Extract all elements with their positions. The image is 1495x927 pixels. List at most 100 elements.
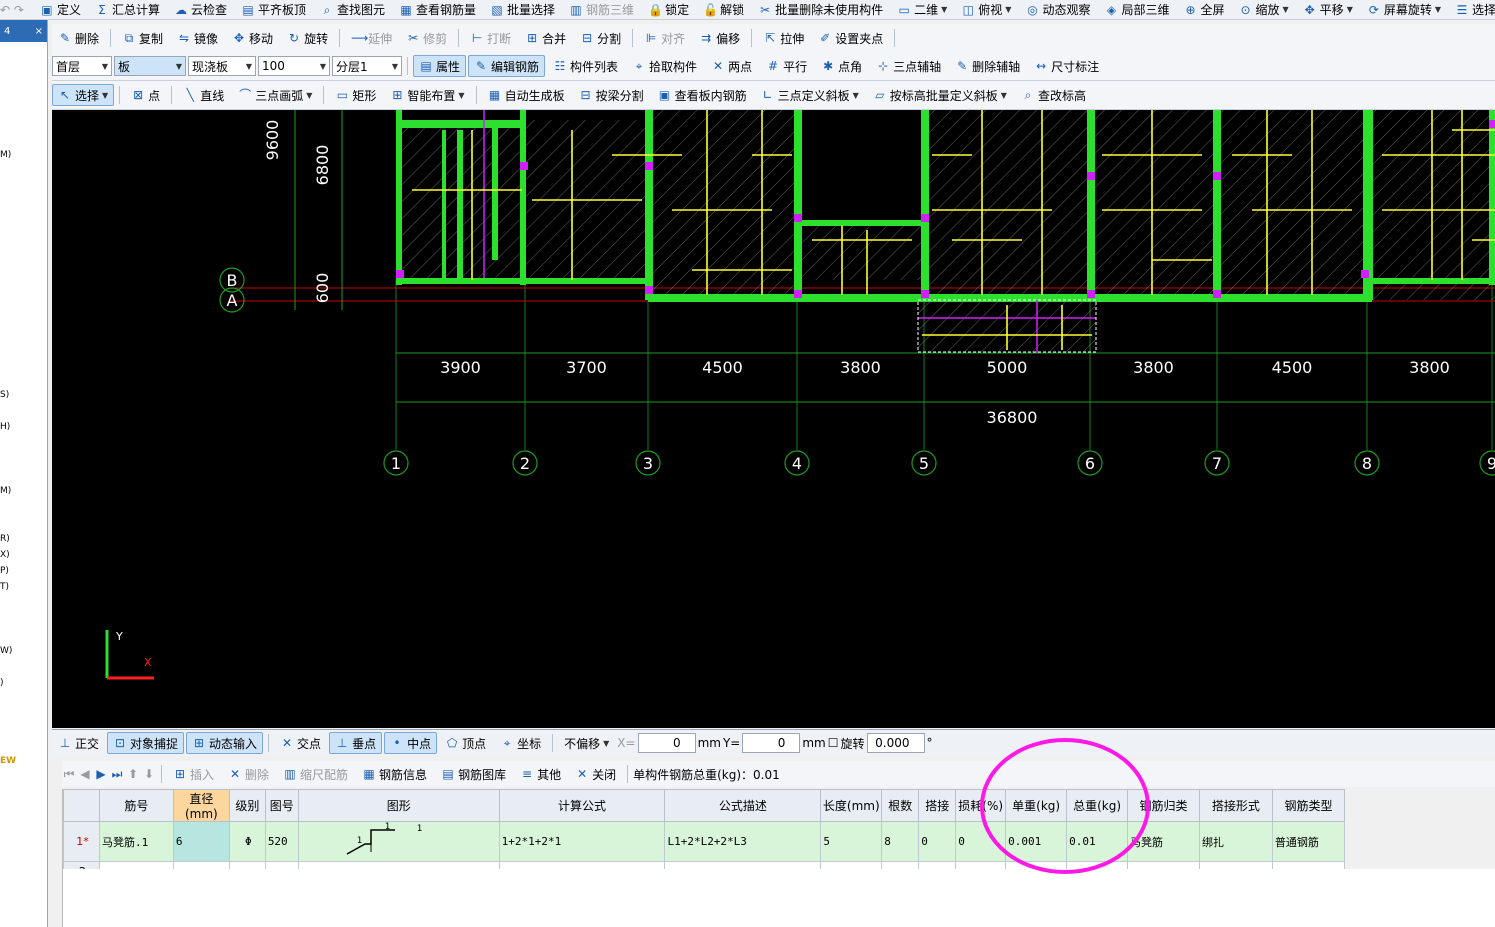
col-header[interactable]: 钢筋归类 <box>1127 789 1200 822</box>
col-header[interactable]: 筋号 <box>98 789 174 822</box>
tb4-10[interactable]: ▱ 按标高批量定义斜板 ▼ <box>867 84 1013 106</box>
col-header[interactable]: 损耗(%) <box>955 789 1007 822</box>
tb2-0[interactable]: ✎ 删除 <box>52 27 105 49</box>
tb3-0[interactable]: ▤ 属性 <box>413 55 467 77</box>
tb4-3[interactable]: ⌒ 三点画弧 ▼ <box>232 84 318 106</box>
col-header[interactable]: 级别 <box>228 789 266 822</box>
tb3-8[interactable]: ✎ 删除辅轴 <box>949 55 1026 77</box>
nav-icon-1[interactable]: ◀ <box>78 767 92 781</box>
cell-lap_type[interactable]: 绑扎 <box>1198 821 1273 862</box>
tb4-11[interactable]: ⌕ 查改标高 <box>1015 84 1092 106</box>
rebar-tb-1[interactable]: ✕ 删除 <box>222 763 275 785</box>
col-header[interactable]: 公式描述 <box>664 789 822 822</box>
cell-unit_w[interactable]: 0.001 <box>1005 821 1068 862</box>
snap-1[interactable]: ⊡ 对象捕捉 <box>107 732 185 754</box>
rebar-tb-6[interactable]: ✕ 关闭 <box>569 763 622 785</box>
tb2-2[interactable]: ⇋ 镜像 <box>171 27 224 49</box>
tb4-2[interactable]: ╲ 直线 <box>177 84 230 106</box>
rebar-tb-5[interactable]: ≡ 其他 <box>514 763 567 785</box>
cell-diameter[interactable]: 6 <box>172 821 230 862</box>
col-header[interactable] <box>63 789 100 822</box>
cell-length[interactable]: 5 <box>820 821 883 862</box>
col-header[interactable]: 总重(kg) <box>1066 789 1129 822</box>
tb1-19[interactable]: ☰ 选择楼层 <box>1449 0 1495 19</box>
cell-formula[interactable]: 1+2*1+2*1 <box>498 821 666 862</box>
tb1-6[interactable]: ▧ 批量选择 <box>484 0 561 19</box>
col-header[interactable]: 根数 <box>881 789 920 822</box>
cell-no[interactable]: 1* <box>63 821 100 862</box>
tb1-10[interactable]: ✂ 批量删除未使用构件 <box>752 0 889 19</box>
snap-7[interactable]: ⌖ 坐标 <box>494 732 547 754</box>
cell-lap[interactable]: 0 <box>918 821 957 862</box>
tb3-1[interactable]: ✎ 编辑钢筋 <box>468 55 546 77</box>
rotate-checkbox[interactable]: ☐ <box>828 736 839 750</box>
cad-drawing-canvas[interactable]: 3900 3700 4500 3800 5000 3800 4500 3800 36800 1 2 3… <box>52 110 1495 728</box>
nav-icon-4[interactable]: ⬆ <box>126 767 140 781</box>
tb1-18[interactable]: ⟳ 屏幕旋转 ▼ <box>1361 0 1447 19</box>
tb2-5[interactable]: ⟶ 延伸 <box>345 27 398 49</box>
tb2-6[interactable]: ✂ 修剪 <box>400 27 453 49</box>
plan-view[interactable]: 3900 3700 4500 3800 5000 3800 4500 3800368001 2 3… <box>52 110 1495 728</box>
tb2-3[interactable]: ✥ 移动 <box>226 27 279 49</box>
cell-desc[interactable]: L1+2*L2+2*L3 <box>664 821 822 862</box>
tb1-16[interactable]: ⊙ 缩放 ▼ <box>1233 0 1295 19</box>
tb4-6[interactable]: ▦ 自动生成板 <box>482 84 571 106</box>
cell-grade[interactable]: Φ <box>228 821 266 862</box>
nav-icon-5[interactable]: ⬇ <box>142 767 156 781</box>
tb4-0[interactable]: ↖ 选择 ▼ <box>52 84 115 106</box>
col-header[interactable]: 图形 <box>297 789 500 822</box>
snap-2[interactable]: ⊞ 动态输入 <box>186 732 264 754</box>
tb1-13[interactable]: ◎ 动态观察 <box>1019 0 1096 19</box>
tb1-2[interactable]: ☁ 云检查 <box>168 0 233 19</box>
tb2-10[interactable]: ⊫ 对齐 <box>638 27 691 49</box>
tb1-3[interactable]: ▤ 平齐板顶 <box>235 0 312 19</box>
rebar-shape-figure[interactable]: 1 1 1 <box>297 821 500 862</box>
col-header[interactable]: 长度(mm) <box>820 789 883 822</box>
pin-icon[interactable]: 4 <box>4 26 10 37</box>
tb1-12[interactable]: ◫ 俯视 ▼ <box>955 0 1017 19</box>
tb1-17[interactable]: ✥ 平移 ▼ <box>1297 0 1359 19</box>
tb4-8[interactable]: ▣ 查看板内钢筋 <box>652 84 753 106</box>
tb3-3[interactable]: ⌖ 拾取构件 <box>626 55 703 77</box>
offset-mode-select[interactable]: 不偏移 ▼ <box>558 732 615 754</box>
cell-total_w[interactable]: 0.01 <box>1066 821 1129 862</box>
col-header[interactable]: 单重(kg) <box>1005 789 1068 822</box>
tb2-9[interactable]: ⊟ 分割 <box>574 27 627 49</box>
rebar-tb-0[interactable]: ⊞ 插入 <box>167 763 220 785</box>
tb4-5[interactable]: ⊞ 智能布置 ▼ <box>384 84 470 106</box>
snap-4[interactable]: ⊥ 垂点 <box>329 732 383 754</box>
x-input[interactable]: 0 <box>637 733 696 753</box>
tb1-15[interactable]: ⊕ 全屏 <box>1177 0 1230 19</box>
tb2-1[interactable]: ⧉ 复制 <box>116 27 169 49</box>
tb2-4[interactable]: ↻ 旋转 <box>281 27 334 49</box>
cell-category[interactable]: 马凳筋 <box>1127 821 1200 862</box>
tb3-9[interactable]: ↔ 尺寸标注 <box>1028 55 1105 77</box>
tb1-14[interactable]: ◈ 局部三维 <box>1098 0 1175 19</box>
tb2-13[interactable]: ✐ 设置夹点 <box>812 27 889 49</box>
element-type-select[interactable]: 板 ▼ <box>114 56 186 76</box>
col-header[interactable]: 搭接形式 <box>1198 789 1273 822</box>
tb4-7[interactable]: ⊟ 按梁分割 <box>573 84 650 106</box>
nav-icon-0[interactable]: ⏮ <box>62 767 76 781</box>
nav-icon-3[interactable]: ⏭ <box>110 767 124 781</box>
tb2-7[interactable]: ⊢ 打断 <box>464 27 517 49</box>
snap-0[interactable]: ⊥ 正交 <box>52 732 105 754</box>
tb3-7[interactable]: ⊹ 三点辅轴 <box>870 55 947 77</box>
rebar-tb-4[interactable]: ▤ 钢筋图库 <box>435 763 512 785</box>
snap-5[interactable]: • 中点 <box>384 732 438 754</box>
cell-count[interactable]: 8 <box>881 821 920 862</box>
col-header[interactable]: 计算公式 <box>498 789 666 822</box>
layer-select[interactable]: 分层1 ▼ <box>332 56 402 76</box>
subtype-select[interactable]: 现浇板 ▼ <box>188 56 256 76</box>
rebar-tb-2[interactable]: ▥ 缩尺配筋 <box>277 763 354 785</box>
tb4-4[interactable]: ▭ 矩形 <box>329 84 382 106</box>
nav-icon-2[interactable]: ▶ <box>94 767 108 781</box>
cell-rebar_type[interactable]: 普通钢筋 <box>1271 821 1346 862</box>
tb4-9[interactable]: ∟ 三点定义斜板 ▼ <box>755 84 865 106</box>
snap-3[interactable]: ✕ 交点 <box>274 732 327 754</box>
thickness-select[interactable]: 100 ▼ <box>258 56 330 76</box>
rotate-input[interactable]: 0.000 <box>866 733 925 753</box>
rebar-tb-3[interactable]: ▦ 钢筋信息 <box>356 763 433 785</box>
tb3-5[interactable]: # 平行 <box>760 55 813 77</box>
cell-name[interactable]: 马凳筋.1 <box>98 821 174 862</box>
